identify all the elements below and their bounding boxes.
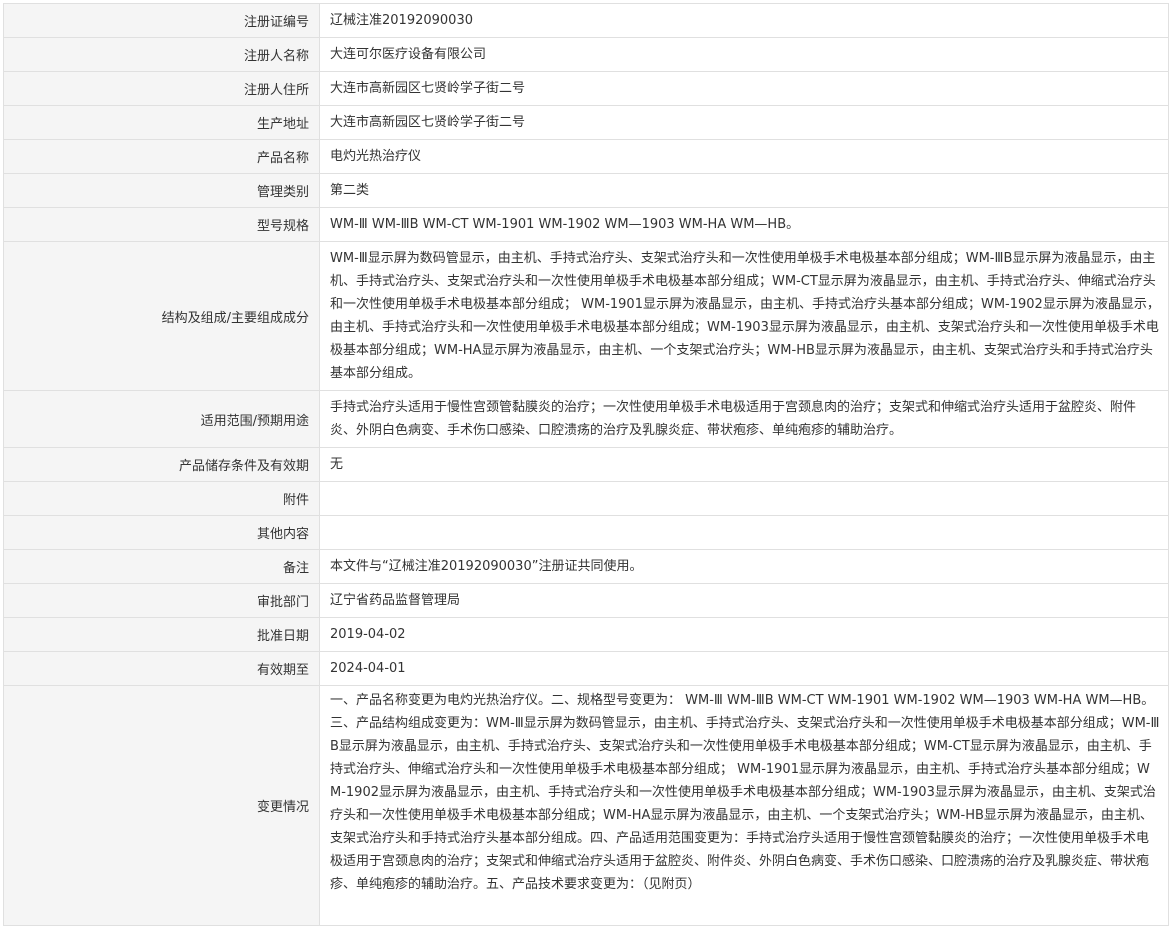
row-label: 结构及组成/主要组成成分: [3, 241, 320, 391]
row-value: 大连市高新园区七贤岭学子街二号: [319, 71, 1169, 106]
row-label: 产品名称: [3, 139, 320, 174]
row-value: 本文件与“辽械注准20192090030”注册证共同使用。: [319, 549, 1169, 584]
row-management-class: 管理类别 第二类: [3, 173, 1169, 208]
row-valid-until: 有效期至 2024-04-01: [3, 651, 1169, 686]
row-label: 管理类别: [3, 173, 320, 208]
row-value: 2019-04-02: [319, 617, 1169, 652]
row-label: 变更情况: [3, 685, 320, 926]
row-value: WM-Ⅲ WM-ⅢB WM-CT WM-1901 WM-1902 WM—1903…: [319, 207, 1169, 242]
row-value: 大连市高新园区七贤岭学子街二号: [319, 105, 1169, 140]
row-label: 注册人住所: [3, 71, 320, 106]
row-label: 型号规格: [3, 207, 320, 242]
row-storage-validity: 产品储存条件及有效期 无: [3, 447, 1169, 482]
row-structure-composition: 结构及组成/主要组成成分 WM-Ⅲ显示屏为数码管显示，由主机、手持式治疗头、支架…: [3, 241, 1169, 391]
row-change-history: 变更情况 一、产品名称变更为电灼光热治疗仪。二、规格型号变更为： WM-Ⅲ WM…: [3, 685, 1169, 926]
row-label: 附件: [3, 481, 320, 516]
row-attachments: 附件: [3, 481, 1169, 516]
row-production-address: 生产地址 大连市高新园区七贤岭学子街二号: [3, 105, 1169, 140]
row-label: 有效期至: [3, 651, 320, 686]
row-value: 一、产品名称变更为电灼光热治疗仪。二、规格型号变更为： WM-Ⅲ WM-ⅢB W…: [319, 685, 1169, 926]
row-registration-number: 注册证编号 辽械注准20192090030: [3, 3, 1169, 38]
row-value: 辽械注准20192090030: [319, 3, 1169, 38]
row-label: 审批部门: [3, 583, 320, 618]
row-value: WM-Ⅲ显示屏为数码管显示，由主机、手持式治疗头、支架式治疗头和一次性使用单极手…: [319, 241, 1169, 391]
row-value: [319, 515, 1169, 550]
row-value: 2024-04-01: [319, 651, 1169, 686]
row-value: 辽宁省药品监督管理局: [319, 583, 1169, 618]
row-label: 产品储存条件及有效期: [3, 447, 320, 482]
row-registrant-name: 注册人名称 大连可尔医疗设备有限公司: [3, 37, 1169, 72]
row-label: 适用范围/预期用途: [3, 390, 320, 448]
row-approval-date: 批准日期 2019-04-02: [3, 617, 1169, 652]
row-product-name: 产品名称 电灼光热治疗仪: [3, 139, 1169, 174]
row-model-spec: 型号规格 WM-Ⅲ WM-ⅢB WM-CT WM-1901 WM-1902 WM…: [3, 207, 1169, 242]
registration-record-table: 注册证编号 辽械注准20192090030 注册人名称 大连可尔医疗设备有限公司…: [3, 3, 1169, 926]
row-label: 批准日期: [3, 617, 320, 652]
row-label: 备注: [3, 549, 320, 584]
row-remarks: 备注 本文件与“辽械注准20192090030”注册证共同使用。: [3, 549, 1169, 584]
row-label: 生产地址: [3, 105, 320, 140]
row-value: 第二类: [319, 173, 1169, 208]
row-registrant-address: 注册人住所 大连市高新园区七贤岭学子街二号: [3, 71, 1169, 106]
row-approval-department: 审批部门 辽宁省药品监督管理局: [3, 583, 1169, 618]
row-value: 无: [319, 447, 1169, 482]
row-label: 其他内容: [3, 515, 320, 550]
row-label: 注册人名称: [3, 37, 320, 72]
row-value: 电灼光热治疗仪: [319, 139, 1169, 174]
row-other-content: 其他内容: [3, 515, 1169, 550]
row-intended-use: 适用范围/预期用途 手持式治疗头适用于慢性宫颈管黏膜炎的治疗；一次性使用单极手术…: [3, 390, 1169, 448]
row-value: 大连可尔医疗设备有限公司: [319, 37, 1169, 72]
row-value: 手持式治疗头适用于慢性宫颈管黏膜炎的治疗；一次性使用单极手术电极适用于宫颈息肉的…: [319, 390, 1169, 448]
row-label: 注册证编号: [3, 3, 320, 38]
row-value: [319, 481, 1169, 516]
